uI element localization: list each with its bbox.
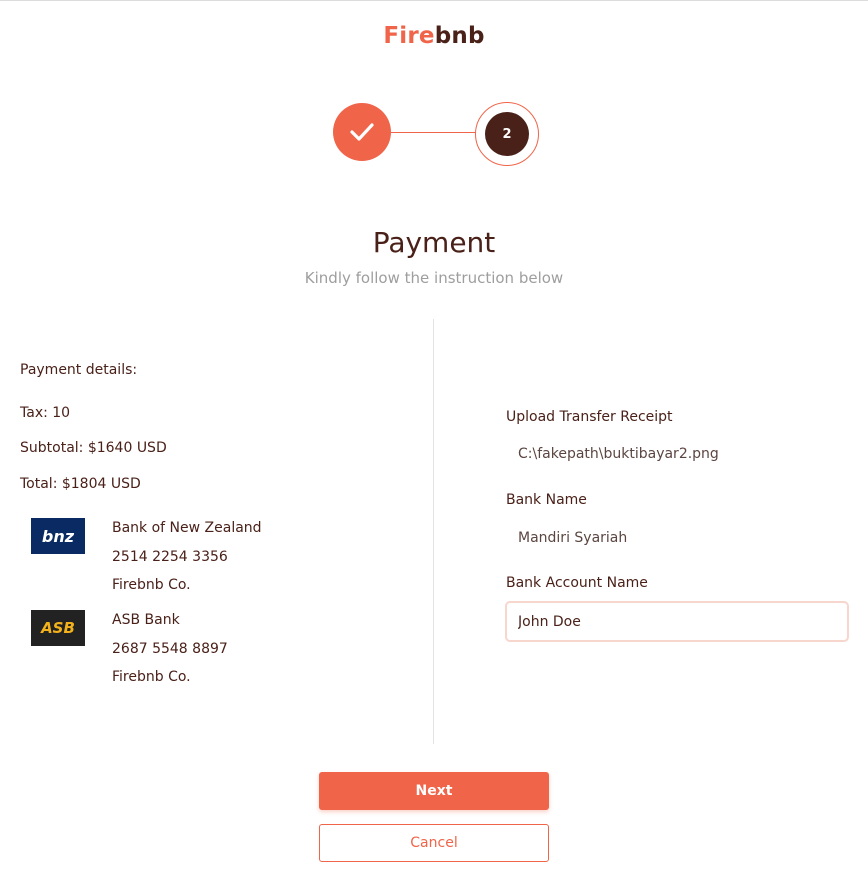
asb-logo-icon: ASB bbox=[31, 610, 85, 646]
bank-account-holder: Firebnb Co. bbox=[112, 577, 191, 593]
bank-name-field[interactable]: Mandiri Syariah bbox=[518, 530, 627, 546]
page-title: Payment bbox=[372, 226, 496, 259]
bank-name: ASB Bank bbox=[112, 612, 180, 628]
stepper: 2 bbox=[333, 102, 539, 166]
bank-name-label: Bank Name bbox=[506, 492, 587, 508]
account-name-label: Bank Account Name bbox=[506, 575, 648, 591]
payment-details-heading: Payment details: bbox=[20, 362, 138, 378]
brand-logo-bnb: bnb bbox=[434, 23, 485, 49]
asb-logo-text: ASB bbox=[41, 619, 75, 637]
stepper-connector bbox=[389, 132, 479, 133]
bank-account-bnz: bnz Bank of New Zealand 2514 2254 3356 F… bbox=[31, 518, 331, 608]
brand-logo[interactable]: Firebnb bbox=[0, 23, 868, 49]
receipt-upload-label: Upload Transfer Receipt bbox=[506, 409, 673, 425]
bank-info: ASB Bank 2687 5548 8897 Firebnb Co. bbox=[112, 610, 228, 696]
account-name-field-wrapper bbox=[505, 601, 849, 642]
bank-account-asb: ASB ASB Bank 2687 5548 8897 Firebnb Co. bbox=[31, 610, 331, 700]
bnz-logo-icon: bnz bbox=[31, 518, 85, 554]
receipt-upload-field[interactable]: C:\fakepath\buktibayar2.png bbox=[518, 446, 719, 462]
step-1-complete bbox=[333, 103, 391, 161]
step-2-current: 2 bbox=[475, 102, 539, 166]
cancel-button[interactable]: Cancel bbox=[319, 824, 549, 862]
tax-text: Tax: 10 bbox=[20, 405, 71, 421]
bank-name: Bank of New Zealand bbox=[112, 520, 262, 536]
bank-account-number: 2687 5548 8897 bbox=[112, 640, 228, 657]
bnz-logo-text: bnz bbox=[41, 526, 75, 546]
step-2-number: 2 bbox=[485, 112, 529, 156]
bank-account-number: 2514 2254 3356 bbox=[112, 548, 228, 565]
column-divider bbox=[433, 319, 434, 744]
account-name-input[interactable] bbox=[507, 603, 847, 640]
bank-info: Bank of New Zealand 2514 2254 3356 Fireb… bbox=[112, 518, 262, 604]
next-button[interactable]: Next bbox=[319, 772, 549, 810]
bank-account-holder: Firebnb Co. bbox=[112, 669, 191, 685]
page-subtitle: Kindly follow the instruction below bbox=[304, 269, 564, 287]
total-text: Total: $1804 USD bbox=[20, 476, 141, 492]
check-icon bbox=[350, 123, 374, 141]
subtotal-text: Subtotal: $1640 USD bbox=[20, 440, 167, 456]
brand-logo-fire: Fire bbox=[383, 23, 435, 49]
